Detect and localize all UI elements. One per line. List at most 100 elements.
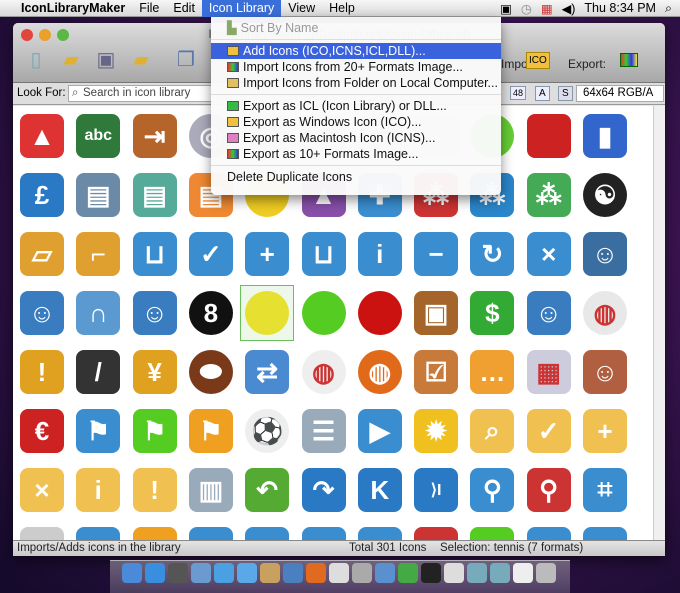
icon-cell-book[interactable]: ▥ [184,462,238,518]
icon-cell-shapes[interactable]: ▲ [15,108,69,164]
icon-cell-chat[interactable]: … [465,344,519,400]
icon-cell-ruler[interactable]: ▱ [15,226,69,282]
icon-cell-eight-ball[interactable]: 8 [184,285,238,341]
icon-cell-flag-orange[interactable]: ⚑ [184,403,238,459]
dock-app-icon[interactable] [444,563,464,583]
menu-item-sort-by-name[interactable]: ▙ Sort By Name [211,20,501,36]
icon-cell-basketball[interactable]: ◍ [353,344,407,400]
icon-cell-magic-wand[interactable]: / [71,344,125,400]
time-machine-icon[interactable]: ◷ [521,1,532,16]
dock-app-icon[interactable] [260,563,280,583]
icon-cell-box[interactable]: ▣ [409,285,463,341]
menu-help[interactable]: Help [322,0,362,17]
dock-app-icon[interactable] [352,563,372,583]
dock-app-icon[interactable] [168,563,188,583]
icon-cell-euro[interactable]: € [15,403,69,459]
menu-edit[interactable]: Edit [166,0,202,17]
icon-cell-user-chart[interactable]: ☺ [578,226,632,282]
icon-cell-green-ball[interactable] [297,285,351,341]
icon-cell-basket-refresh[interactable]: ↻ [465,226,519,282]
dock-app-icon[interactable] [214,563,234,583]
icon-cell-icon[interactable] [353,521,407,540]
icon-cell-undo[interactable]: ↶ [240,462,294,518]
icon-cell-folder-add[interactable]: + [578,403,632,459]
icon-cell-soccer-ball[interactable]: ⚽ [240,403,294,459]
icon-cell-network-green[interactable]: ⁂ [522,167,576,223]
dock-app-icon[interactable] [145,563,165,583]
copy-icon[interactable]: ❐ [173,47,199,75]
dock-app-icon[interactable] [329,563,349,583]
icon-cell-icon[interactable] [15,521,69,540]
view-a-button[interactable]: A [535,86,550,101]
icon-cell-yin-yang[interactable]: ☯ [578,167,632,223]
icon-cell-tennis-ball[interactable] [240,285,295,341]
icon-cell-red-ball[interactable] [353,285,407,341]
volume-icon[interactable]: ◀) [562,1,576,16]
view-s-button[interactable]: S [558,86,573,101]
dock-app-icon[interactable] [467,563,487,583]
icon-cell-exit-door[interactable]: ⇥ [128,108,182,164]
format-select[interactable]: 64x64 RGB/A [576,85,664,102]
menu-item-export-icl[interactable]: Export as ICL (Icon Library) or DLL... [211,98,501,114]
open-icon[interactable]: ▰ [58,47,84,75]
dock-app-icon[interactable] [490,563,510,583]
icon-cell-icon[interactable] [128,521,182,540]
menu-view[interactable]: View [281,0,322,17]
import-ico-button[interactable]: ICO [526,52,550,69]
icon-cell-folder-check[interactable]: ✓ [522,403,576,459]
icon-cell-folder-warning[interactable]: ! [128,462,182,518]
menu-item-export-ico[interactable]: Export as Windows Icon (ICO)... [211,114,501,130]
display-icon[interactable]: ▣ [500,1,512,16]
icon-cell-doctor[interactable]: ☺ [128,285,182,341]
icon-cell-yen[interactable]: ¥ [128,344,182,400]
icon-cell-user[interactable]: ☺ [15,285,69,341]
new-icon[interactable]: ▯ [23,47,49,75]
dock-app-icon[interactable] [536,563,556,583]
menu-item-import-formats[interactable]: Import Icons from 20+ Formats Image... [211,59,501,75]
menu-item-delete-duplicates[interactable]: Delete Duplicate Icons [211,169,501,185]
save-icon[interactable]: ▣ [93,47,119,75]
size-48-button[interactable]: 48 [510,86,527,100]
icon-cell-flag-green[interactable]: ⚑ [128,403,182,459]
icon-cell-crop[interactable]: ⌗ [578,462,632,518]
icon-cell-football[interactable]: ⬬ [184,344,238,400]
icon-cell-volleyball[interactable]: ◍ [578,285,632,341]
icon-cell-key[interactable]: ⚲ [465,462,519,518]
menu-file[interactable]: File [132,0,166,17]
icon-cell-transfer[interactable]: ⇄ [240,344,294,400]
icon-cell-printer[interactable]: ▤ [71,167,125,223]
icon-cell-first[interactable]: K [353,462,407,518]
dock-app-icon[interactable] [398,563,418,583]
icon-cell-icon[interactable] [409,521,463,540]
icon-cell-list[interactable]: ☰ [297,403,351,459]
icon-cell-folder-search[interactable]: ⌕ [465,403,519,459]
icon-cell-clipboard[interactable]: ☑ [409,344,463,400]
icon-cell-folder-delete[interactable]: × [15,462,69,518]
menu-item-export-image[interactable]: Export as 10+ Formats Image... [211,146,501,162]
icon-cell-printer-green[interactable]: ▤ [128,167,182,223]
dock-app-icon[interactable] [375,563,395,583]
menu-app[interactable]: IconLibraryMaker [14,0,132,17]
icon-cell-bar-chart[interactable]: ▮ [578,108,632,164]
icon-cell-icon[interactable] [465,521,519,540]
dock-app-icon[interactable] [122,563,142,583]
icon-cell-basket-add[interactable]: + [240,226,294,282]
icon-cell-icon[interactable] [297,521,351,540]
icon-cell-red-pin[interactable] [522,108,576,164]
icon-cell-key-user[interactable]: ⚲ [522,462,576,518]
icon-cell-flag-blue[interactable]: ⚑ [71,403,125,459]
icon-cell-play[interactable]: ▶ [353,403,407,459]
icon-cell-last[interactable]: ⟩I [409,462,463,518]
menu-item-add-icons[interactable]: Add Icons (ICO,ICNS,ICL,DLL)... [211,43,501,59]
icon-cell-icon[interactable] [240,521,294,540]
icon-cell-baseball[interactable]: ◍ [297,344,351,400]
icon-cell-doctor[interactable]: ☺ [578,344,632,400]
icon-cell-basket-cart[interactable]: ⊔ [297,226,351,282]
icon-cell-stethoscope[interactable]: ∩ [71,285,125,341]
folder-refresh-icon[interactable]: ▰ [128,47,154,75]
clock[interactable]: Thu 8:34 PM [584,1,656,15]
menu-item-import-folder[interactable]: Import Icons from Folder on Local Comput… [211,75,501,91]
dock-app-icon[interactable] [306,563,326,583]
icon-cell-icon[interactable] [578,521,632,540]
icon-cell-icon[interactable] [71,521,125,540]
